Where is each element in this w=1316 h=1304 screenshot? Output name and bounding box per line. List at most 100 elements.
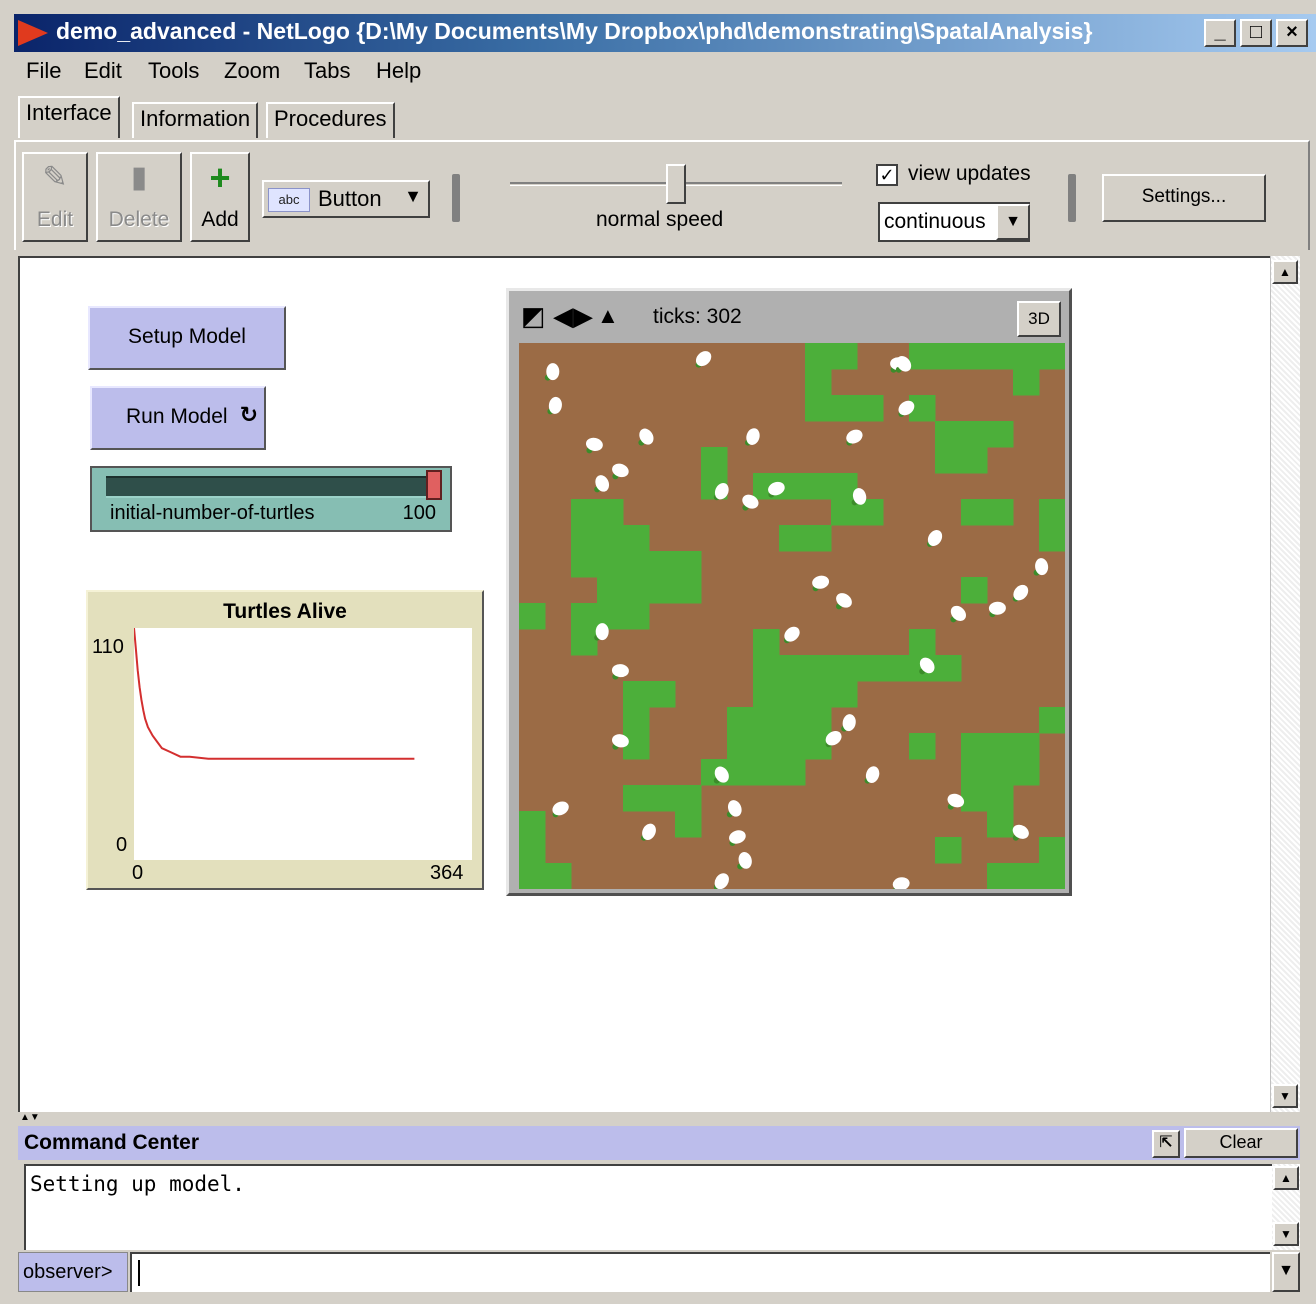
menu-help[interactable]: Help (376, 58, 421, 84)
grass-patch (1013, 733, 1040, 760)
turtle (1033, 558, 1049, 576)
button-widget-icon: abc (268, 188, 310, 212)
update-mode-select[interactable]: continuous ▼ (878, 202, 1030, 242)
world-patches[interactable] (519, 343, 1066, 893)
output-scrollbar[interactable]: ▲ ▼ (1272, 1164, 1300, 1250)
settings-button[interactable]: Settings... (1102, 174, 1266, 222)
chevron-down-icon: ▼ (404, 186, 422, 206)
scroll-up-icon[interactable]: ▲ (1272, 260, 1298, 284)
slider-track[interactable] (106, 476, 432, 498)
grass-patch (935, 421, 962, 448)
grass-patch (935, 447, 962, 474)
scroll-down-icon[interactable]: ▼ (1272, 1084, 1298, 1108)
turtle (927, 530, 943, 547)
grass-patch (987, 343, 1014, 370)
grass-patch (623, 525, 650, 552)
window-titlebar: demo_advanced - NetLogo {D:\My Documents… (0, 0, 1316, 52)
tab-procedures[interactable]: Procedures (266, 102, 395, 138)
run-model-button[interactable]: Run Model ↻ (90, 386, 266, 450)
grass-patch (675, 577, 702, 604)
turtle (737, 852, 752, 870)
grass-patch (857, 655, 884, 682)
menu-tools[interactable]: Tools (148, 58, 199, 84)
window-titlebar-inner[interactable]: demo_advanced - NetLogo {D:\My Documents… (14, 14, 1316, 52)
tab-interface[interactable]: Interface (18, 96, 120, 138)
3d-button[interactable]: 3D (1017, 301, 1061, 337)
interface-scrollbar[interactable]: ▲ ▼ (1270, 256, 1300, 1112)
grass-patch (961, 499, 988, 526)
turtle (594, 475, 610, 493)
menu-bar: File Edit Tools Zoom Tabs Help (14, 54, 1304, 90)
command-input[interactable] (130, 1252, 1270, 1292)
grass-patch (649, 551, 676, 578)
turtle (836, 593, 852, 610)
turtle (641, 823, 656, 841)
wrap-vertical-icon[interactable]: ▲ (597, 303, 619, 329)
window-title: demo_advanced - NetLogo {D:\My Documents… (56, 18, 1093, 44)
grass-patch (623, 733, 650, 760)
turtles-alive-plot[interactable]: Turtles Alive 110 0 0 364 (86, 590, 484, 890)
grass-patch (779, 707, 806, 734)
chevron-down-icon[interactable]: ▼ (996, 204, 1030, 240)
grass-patch (675, 785, 702, 812)
maximize-button[interactable]: □ (1240, 19, 1272, 47)
split-pane-handle[interactable]: ▲▼ (20, 1112, 1300, 1126)
view-updates-checkbox[interactable]: ✓ (876, 164, 898, 186)
grass-patch (571, 551, 598, 578)
grass-patch (779, 525, 806, 552)
grass-patch (909, 733, 936, 760)
menu-edit[interactable]: Edit (84, 58, 122, 84)
grass-patch (727, 733, 754, 760)
grass-patch (779, 681, 806, 708)
minimize-button[interactable]: _ (1204, 19, 1236, 47)
grass-patch (831, 395, 858, 422)
turtle (841, 714, 856, 732)
grass-patch (805, 681, 832, 708)
setup-model-button[interactable]: Setup Model (88, 306, 286, 370)
turtle (846, 429, 863, 446)
turtle (864, 766, 880, 784)
command-output[interactable]: Setting up model. (24, 1164, 1272, 1250)
clear-button[interactable]: Clear (1184, 1128, 1298, 1158)
grass-patch (571, 525, 598, 552)
grass-patch (961, 733, 988, 760)
edges-icon[interactable]: ◩ (521, 303, 546, 329)
grass-patch (623, 603, 650, 630)
trash-icon: ▮ (130, 161, 148, 194)
add-button[interactable]: + Add (190, 152, 250, 242)
plot-area (133, 627, 472, 860)
grass-patch (597, 551, 624, 578)
grass-patch (519, 811, 546, 838)
delete-button[interactable]: ▮ Delete (96, 152, 182, 242)
chevron-down-icon[interactable]: ▼ (1272, 1252, 1300, 1292)
menu-tabs[interactable]: Tabs (304, 58, 350, 84)
view-control-bar: ◩ ◀▶ ▲ ticks: 302 3D (509, 291, 1069, 341)
close-button[interactable]: × (1276, 19, 1308, 47)
grass-patch (987, 759, 1014, 786)
wrap-horizontal-icon[interactable]: ◀▶ (553, 303, 593, 329)
add-button-label: Add (201, 208, 239, 231)
grass-patch (597, 577, 624, 604)
menu-zoom[interactable]: Zoom (224, 58, 280, 84)
observer-prompt[interactable]: observer> (18, 1252, 128, 1292)
expand-icon[interactable]: ⇱ (1152, 1130, 1180, 1158)
grass-patch (987, 733, 1014, 760)
grass-patch (987, 811, 1014, 838)
speed-slider-thumb[interactable] (666, 164, 686, 214)
initial-number-of-turtles-slider[interactable]: initial-number-of-turtles 100 (90, 466, 452, 532)
scroll-up-icon[interactable]: ▲ (1273, 1166, 1299, 1190)
grass-patch (805, 707, 832, 734)
grass-patch (961, 421, 988, 448)
tab-information[interactable]: Information (132, 102, 259, 138)
grass-patch (961, 343, 988, 370)
scroll-down-icon[interactable]: ▼ (1273, 1222, 1299, 1246)
slider-handle[interactable] (426, 470, 442, 500)
menu-file[interactable]: File (26, 58, 61, 84)
widget-type-select[interactable]: abc Button ▼ (262, 180, 430, 218)
edit-button-label: Edit (36, 208, 74, 231)
world-view[interactable]: ◩ ◀▶ ▲ ticks: 302 3D (506, 288, 1072, 896)
edit-button[interactable]: ✎ Edit (22, 152, 88, 242)
pencil-icon: ✎ (42, 161, 68, 194)
grass-patch (597, 525, 624, 552)
grass-patch (649, 577, 676, 604)
